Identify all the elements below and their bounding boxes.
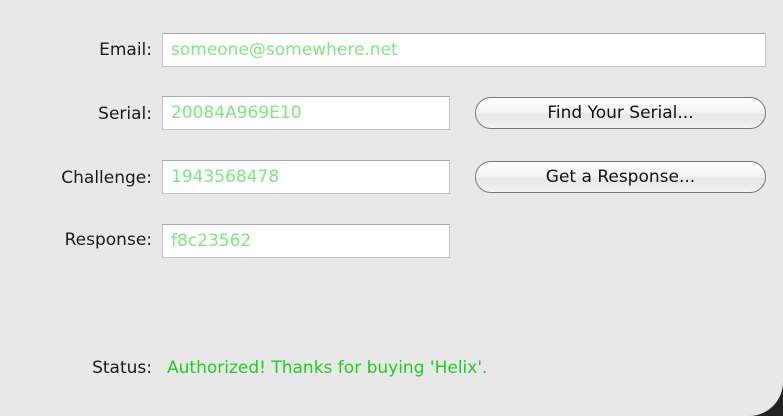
- serial-field[interactable]: 20084A969E10: [162, 96, 450, 130]
- email-label: Email:: [99, 40, 152, 60]
- find-serial-button[interactable]: Find Your Serial...: [475, 97, 766, 129]
- response-field[interactable]: f8c23562: [162, 224, 450, 258]
- serial-label: Serial:: [98, 104, 152, 124]
- challenge-label: Challenge:: [61, 168, 152, 188]
- resize-grip-icon[interactable]: [761, 394, 783, 416]
- email-field[interactable]: someone@somewhere.net: [162, 33, 766, 67]
- status-label: Status:: [92, 358, 152, 378]
- registration-panel: Email: someone@somewhere.net Serial: 200…: [0, 0, 783, 416]
- challenge-field[interactable]: 1943568478: [162, 160, 450, 194]
- response-label: Response:: [64, 230, 152, 250]
- get-response-button[interactable]: Get a Response...: [475, 161, 766, 193]
- status-message: Authorized! Thanks for buying 'Helix'.: [167, 358, 488, 378]
